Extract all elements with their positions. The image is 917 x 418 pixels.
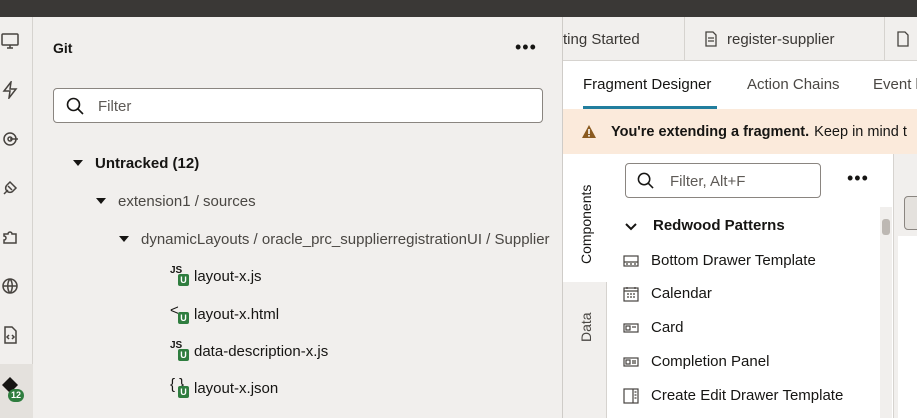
caret-down-icon — [119, 236, 129, 242]
vertical-tabs: Components Data — [563, 154, 607, 418]
components-panel: Filter, Alt+F ••• Redwood Patterns Botto… — [607, 154, 893, 418]
component-label: Calendar — [651, 285, 712, 302]
folder-label: extension1 / sources — [118, 192, 256, 210]
json-file-icon: { } U — [170, 376, 190, 399]
search-icon — [637, 172, 654, 189]
plug-icon[interactable] — [0, 178, 20, 198]
file-name: layout-x.json — [194, 379, 279, 397]
drawer-icon — [623, 254, 639, 267]
puzzle-icon[interactable] — [0, 227, 20, 247]
tab-action-chains[interactable]: Action Chains — [747, 76, 840, 93]
warning-icon — [582, 125, 596, 138]
tab-fragment-designer[interactable]: Fragment Designer — [583, 76, 711, 93]
canvas-area[interactable] — [898, 236, 917, 418]
search-icon — [66, 97, 84, 115]
js-file-icon: JS U — [170, 340, 190, 362]
card-icon — [623, 322, 639, 333]
untracked-group[interactable]: Untracked (12) — [73, 153, 199, 173]
editor-tabs: ting Started register-supplier — [563, 17, 917, 61]
tab-register-supplier[interactable]: register-supplier — [685, 17, 885, 61]
git-panel: Git ••• Filter Untracked (12) extension1… — [33, 17, 563, 418]
component-label: Card — [651, 319, 684, 336]
component-item[interactable]: Card — [623, 319, 684, 336]
scrollbar-thumb[interactable] — [882, 219, 890, 235]
file-name: layout-x.html — [194, 305, 280, 323]
js-file-icon: JS U — [170, 265, 190, 287]
banner-bold-text: You're extending a fragment. — [611, 123, 810, 140]
file-row[interactable]: { } U layout-x.json — [170, 376, 279, 399]
component-item[interactable]: Bottom Drawer Template — [623, 252, 816, 269]
file-row[interactable]: JS U layout-x.js — [170, 265, 262, 287]
activity-bar: 12 — [0, 17, 33, 418]
code-file-icon[interactable] — [0, 325, 20, 345]
desktop-icon[interactable] — [0, 31, 20, 51]
calendar-icon — [623, 286, 639, 302]
component-label: Create Edit Drawer Template — [651, 387, 844, 404]
git-filter-placeholder: Filter — [98, 98, 132, 115]
html-file-icon: < U — [170, 302, 190, 325]
components-more-button[interactable]: ••• — [847, 168, 869, 189]
file-row[interactable]: < U layout-x.html — [170, 302, 280, 325]
title-strip — [0, 0, 917, 17]
target-icon[interactable] — [0, 129, 20, 149]
components-filter-input[interactable]: Filter, Alt+F — [625, 163, 821, 198]
folder-label: dynamicLayouts / oracle_prc_supplierregi… — [141, 230, 550, 248]
git-more-button[interactable]: ••• — [515, 37, 537, 58]
banner-text: Keep in mind t — [814, 123, 907, 140]
document-icon — [705, 31, 717, 47]
component-item[interactable]: Completion Panel — [623, 353, 769, 370]
component-label: Bottom Drawer Template — [651, 252, 816, 269]
component-item[interactable]: Create Edit Drawer Template — [623, 387, 843, 404]
git-panel-title: Git — [53, 40, 73, 56]
fragment-warning-banner: You're extending a fragment. Keep in min… — [563, 109, 917, 154]
component-item[interactable]: Calendar — [623, 285, 712, 302]
section-label: Redwood Patterns — [653, 217, 785, 234]
component-label: Completion Panel — [651, 353, 770, 370]
lightning-icon[interactable] — [0, 80, 20, 100]
section-redwood-patterns[interactable]: Redwood Patterns — [625, 217, 785, 234]
chevron-down-icon — [625, 222, 637, 230]
canvas-toolbar-button[interactable] — [904, 196, 917, 230]
designer-canvas-edge — [893, 154, 917, 418]
tab-next[interactable] — [885, 17, 917, 61]
file-name: data-description-x.js — [194, 342, 329, 360]
designer-subtabs: Fragment Designer Action Chains Event l — [563, 61, 917, 109]
panel-icon — [623, 356, 639, 367]
file-row[interactable]: JS U data-description-x.js — [170, 340, 328, 362]
file-name: layout-x.js — [194, 267, 262, 285]
tab-getting-started[interactable]: ting Started — [563, 17, 685, 61]
tab-label: register-supplier — [727, 30, 835, 48]
tab-label: ting Started — [563, 30, 640, 48]
document-icon — [897, 31, 909, 47]
components-scrollbar[interactable] — [880, 207, 892, 418]
folder-extension1-sources[interactable]: extension1 / sources — [96, 191, 256, 211]
caret-down-icon — [73, 160, 83, 166]
folder-dynamic-layouts[interactable]: dynamicLayouts / oracle_prc_supplierregi… — [119, 229, 550, 249]
drawer-template-icon — [623, 387, 639, 404]
git-filter-input[interactable]: Filter — [53, 88, 543, 123]
globe-icon[interactable] — [0, 276, 20, 296]
untracked-label: Untracked (12) — [95, 154, 200, 172]
tab-event-listeners[interactable]: Event l — [873, 76, 917, 93]
git-changes-badge: 12 — [8, 389, 24, 402]
tab-components[interactable]: Components — [578, 185, 594, 264]
tab-data[interactable]: Data — [578, 312, 594, 342]
caret-down-icon — [96, 198, 106, 204]
components-filter-placeholder: Filter, Alt+F — [670, 173, 746, 190]
